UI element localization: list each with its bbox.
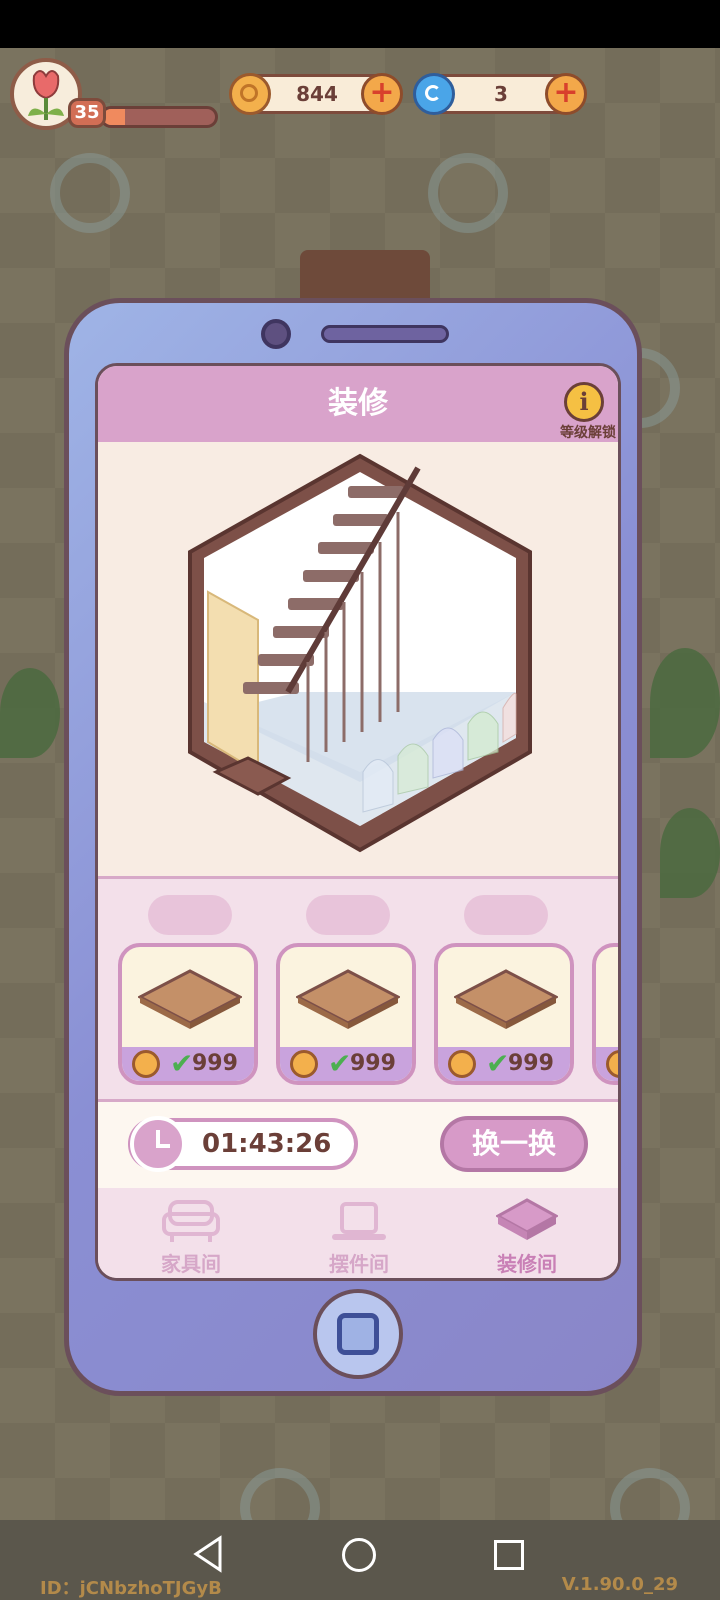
item-card[interactable]: 999 ✔ — [276, 943, 416, 1085]
tab-label: 摆件间 — [329, 1252, 389, 1276]
add-gems-button[interactable]: + — [545, 73, 587, 115]
add-coins-button[interactable]: + — [361, 73, 403, 115]
tab-label: 家具间 — [161, 1252, 221, 1276]
camera-icon — [261, 319, 291, 349]
coin-icon — [290, 1050, 318, 1078]
category-floor-icon[interactable] — [148, 895, 232, 935]
item-price: 999 — [508, 1051, 554, 1076]
phone-home-button[interactable] — [313, 1289, 403, 1379]
coin-icon — [132, 1050, 160, 1078]
back-icon[interactable] — [190, 1534, 230, 1574]
status-bar — [0, 0, 720, 48]
item-price-bar — [596, 1047, 618, 1081]
item-price: 999 — [350, 1051, 396, 1076]
sun-decoration-icon — [428, 153, 508, 233]
plant-decoration — [660, 808, 720, 898]
gem-value: 3 — [494, 82, 508, 106]
gem-counter: 3 + — [413, 73, 587, 115]
room-preview — [98, 442, 618, 876]
coin-icon — [229, 73, 271, 115]
item-price-bar: 999 ✔ — [122, 1047, 254, 1081]
info-button[interactable]: i — [564, 382, 604, 422]
room-staircase-illustration — [188, 453, 532, 853]
refresh-button[interactable]: 换一换 — [440, 1116, 588, 1172]
panel-title: 装修 — [328, 386, 388, 421]
cup-icon — [332, 1202, 386, 1240]
timer-value: 01:43:26 — [202, 1129, 332, 1159]
item-price-bar: 999 ✔ — [438, 1047, 570, 1081]
check-icon: ✔ — [328, 1047, 352, 1080]
home-icon[interactable] — [342, 1538, 376, 1572]
wood-floor-tile-icon — [296, 969, 400, 1029]
item-price: 999 — [192, 1051, 238, 1076]
tab-renovation[interactable]: 装修间 — [452, 1188, 602, 1278]
player-id: ID：jCNbzhoTJGyB — [40, 1578, 222, 1599]
xp-fill — [103, 109, 126, 125]
coin-counter: 844 + — [229, 73, 403, 115]
swirl-gem-icon — [413, 73, 455, 115]
level-badge: 35 — [68, 98, 106, 128]
category-window-icon[interactable] — [464, 895, 548, 935]
coin-icon — [606, 1050, 618, 1078]
plant-decoration — [0, 668, 60, 758]
phone-screen: 装修 i 等级解锁 999 ✔ 999 ✔ 999 ✔ 01:43:26 换一换… — [95, 363, 621, 1281]
recent-apps-icon[interactable] — [494, 1540, 524, 1570]
coin-value: 844 — [296, 82, 338, 106]
item-card-partial[interactable] — [592, 943, 618, 1085]
wood-floor-tile-icon — [138, 969, 242, 1029]
room-tab-bar: 家具间 摆件间 装修间 — [98, 1188, 618, 1278]
floor-tile-icon — [496, 1198, 558, 1240]
tab-furniture[interactable]: 家具间 — [116, 1188, 266, 1278]
coin-icon — [448, 1050, 476, 1078]
category-wallpaper-icon[interactable] — [306, 895, 390, 935]
speaker-slot — [321, 325, 449, 343]
check-icon: ✔ — [486, 1047, 510, 1080]
version-label: V.1.90.0_29 — [561, 1574, 678, 1595]
armchair-icon — [162, 1200, 220, 1242]
wood-floor-tile-icon — [454, 969, 558, 1029]
sun-decoration-icon — [50, 153, 130, 233]
check-icon: ✔ — [170, 1047, 194, 1080]
panel-header: 装修 i 等级解锁 — [98, 366, 618, 442]
xp-bar — [100, 106, 218, 128]
refresh-timer: 01:43:26 — [128, 1116, 358, 1172]
tab-label: 装修间 — [497, 1252, 557, 1276]
timer-row: 01:43:26 换一换 — [98, 1102, 618, 1188]
clock-icon — [130, 1116, 186, 1172]
level-unlock-label: 等级解锁 — [560, 425, 616, 441]
item-card[interactable]: 999 ✔ — [434, 943, 574, 1085]
item-card[interactable]: 999 ✔ — [118, 943, 258, 1085]
tab-decor[interactable]: 摆件间 — [284, 1188, 434, 1278]
item-category-bar: 999 ✔ 999 ✔ 999 ✔ — [98, 876, 618, 1102]
item-price-bar: 999 ✔ — [280, 1047, 412, 1081]
plant-decoration — [650, 648, 720, 758]
phone-panel: 装修 i 等级解锁 999 ✔ 999 ✔ 999 ✔ 01:43:26 换一换… — [64, 298, 642, 1396]
